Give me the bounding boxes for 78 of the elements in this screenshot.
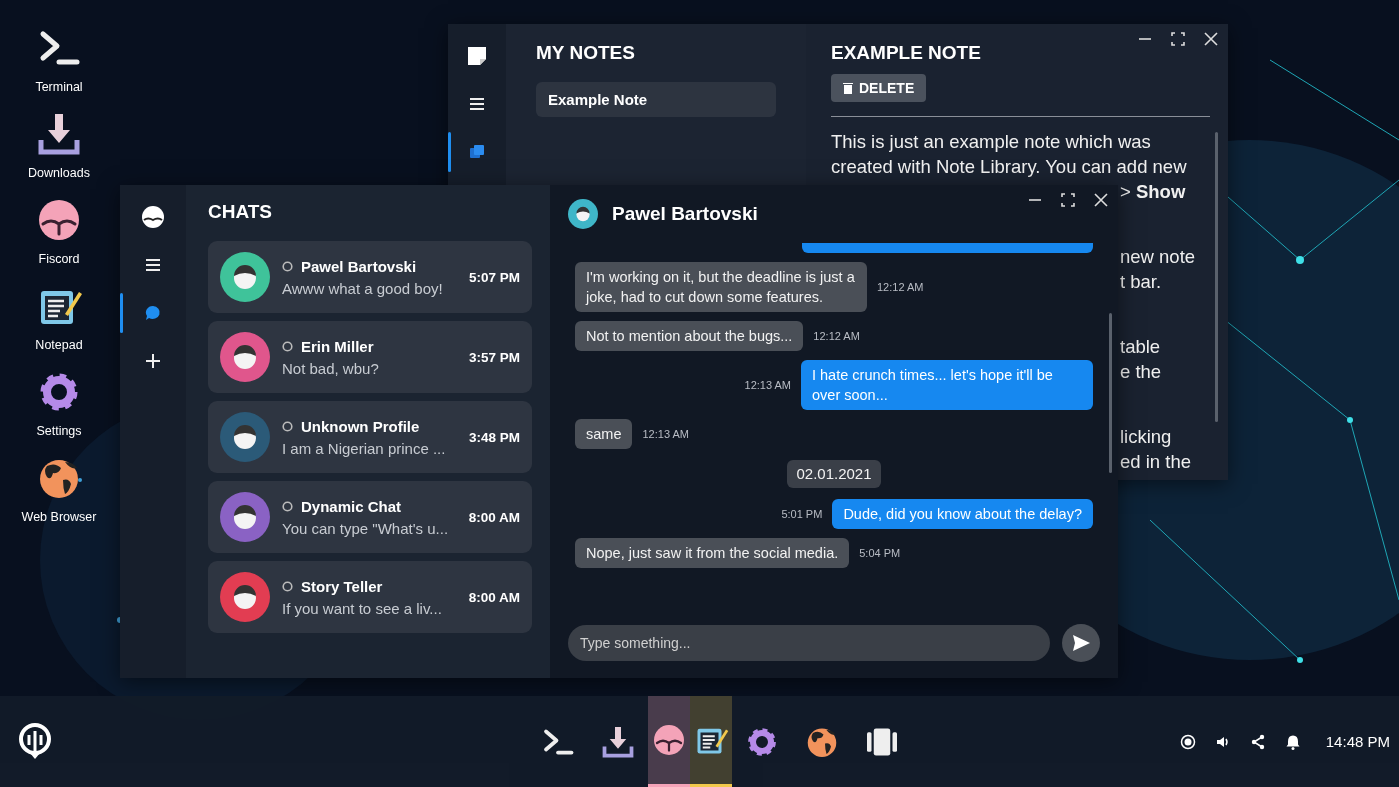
note-text-line: > Show	[1120, 180, 1186, 204]
status-ring-icon	[282, 420, 293, 432]
sticky-note-icon	[465, 44, 489, 68]
send-icon	[1071, 633, 1091, 653]
message-time: 12:13 AM	[642, 428, 689, 440]
message-bubble: Nope, just saw it from the social media.	[575, 538, 850, 568]
note-text-line: t bar.	[1120, 270, 1162, 294]
panel-title: MY NOTES	[536, 42, 636, 64]
desktop-icon-label[interactable]: Terminal	[35, 80, 83, 94]
logo-icon[interactable]	[16, 722, 54, 761]
message-bubble: I'm working on it, but the deadline is just a joke, had to cut down some features.	[575, 262, 867, 312]
maximize-icon[interactable]	[1171, 32, 1185, 46]
bell-icon[interactable]	[1284, 733, 1301, 750]
note-text-line: table	[1120, 335, 1161, 359]
message-time: 8:00 AM	[468, 509, 520, 525]
status-ring-icon	[282, 500, 293, 512]
app-logo-icon	[141, 205, 165, 229]
panel-title: CHATS	[208, 201, 274, 223]
contact-name: Pawel Bartovski	[301, 257, 417, 275]
chat-item[interactable]: Pawel Bartovski Awww what a good boy! 5:07 PM	[208, 241, 532, 313]
note-text-line: created with Note Library. You can add new	[831, 155, 1187, 179]
date-label: 02.01.2021	[787, 460, 881, 488]
desktop-icon-label[interactable]: Notepad	[35, 338, 83, 352]
message-bubble: Not to mention about the bugs...	[575, 321, 804, 351]
message-bubble: Dude, did you know about the delay?	[832, 499, 1093, 529]
delete-button[interactable]: DELETE	[831, 74, 927, 102]
message-time: 3:48 PM	[468, 429, 520, 445]
message-time: 5:04 PM	[859, 547, 901, 559]
message-time: 5:01 PM	[781, 508, 823, 520]
note-text-line: This is just an example note which was	[831, 130, 1151, 154]
chat-bubble-icon[interactable]	[143, 303, 163, 323]
desktop-icon-label[interactable]: Web Browser	[21, 510, 97, 524]
message-preview: You can type "What's u...	[282, 519, 450, 537]
desktop-icon-label[interactable]: Fiscord	[38, 252, 80, 266]
message-bubble: same	[575, 419, 633, 449]
message-preview: Not bad, wbu?	[282, 359, 380, 377]
message-input[interactable]: Type something...	[568, 625, 1050, 661]
message-bubble: I hate crunch times... let's hope it'll be over soon...	[801, 360, 1093, 410]
taskbar-app[interactable]	[689, 696, 732, 787]
message-time: 5:07 PM	[468, 269, 520, 285]
contact-name: Unknown Profile	[301, 417, 420, 435]
message-time: 12:12 AM	[877, 281, 924, 293]
close-icon[interactable]	[1204, 32, 1218, 46]
note-text-line: ed in the	[1120, 450, 1191, 474]
message-preview: Awww what a good boy!	[282, 279, 444, 297]
chat-item[interactable]: Unknown Profile I am a Nigerian prince ... 3:48 PM	[208, 401, 532, 473]
send-button[interactable]	[1062, 624, 1100, 662]
desktop-icon-label[interactable]: Settings	[36, 424, 82, 438]
message-time: 12:12 AM	[813, 330, 860, 342]
chat-item[interactable]: Story Teller If you want to see a liv... 8:00 AM	[208, 561, 532, 633]
message-time: 12:13 AM	[744, 379, 791, 391]
desktop-icon-label[interactable]: Downloads	[28, 166, 90, 180]
message-preview: I am a Nigerian prince ...	[282, 439, 447, 457]
close-icon[interactable]	[1094, 193, 1108, 207]
message-preview: If you want to see a liv...	[282, 599, 443, 617]
chat-item[interactable]: Dynamic Chat You can type "What's u... 8:00 AM	[208, 481, 532, 553]
add-icon[interactable]	[143, 351, 163, 371]
trash-icon	[843, 82, 853, 94]
taskbar-app[interactable]	[647, 696, 690, 787]
contact-name: Pawel Bartovski	[612, 203, 758, 225]
contact-name: Erin Miller	[301, 337, 374, 355]
note-item[interactable]: Example Note	[536, 82, 776, 117]
message-time: 3:57 PM	[468, 349, 520, 365]
note-text-line: e the	[1120, 360, 1162, 384]
maximize-icon[interactable]	[1061, 193, 1075, 207]
share-icon[interactable]	[1249, 733, 1266, 750]
status-ring-icon	[282, 340, 293, 352]
chat-item[interactable]: Erin Miller Not bad, wbu? 3:57 PM	[208, 321, 532, 393]
status-ring-icon	[282, 580, 293, 592]
message-time: 8:00 AM	[468, 589, 520, 605]
contact-name: Dynamic Chat	[301, 497, 402, 515]
contact-name: Story Teller	[301, 577, 383, 595]
note-text-line: new note	[1120, 245, 1196, 269]
record-icon[interactable]	[1179, 733, 1196, 750]
status-ring-icon	[282, 260, 293, 272]
note-title[interactable]: EXAMPLE NOTE	[831, 42, 981, 64]
clock: 14:48 PM	[1325, 733, 1390, 750]
note-text-line: licking	[1120, 425, 1172, 449]
